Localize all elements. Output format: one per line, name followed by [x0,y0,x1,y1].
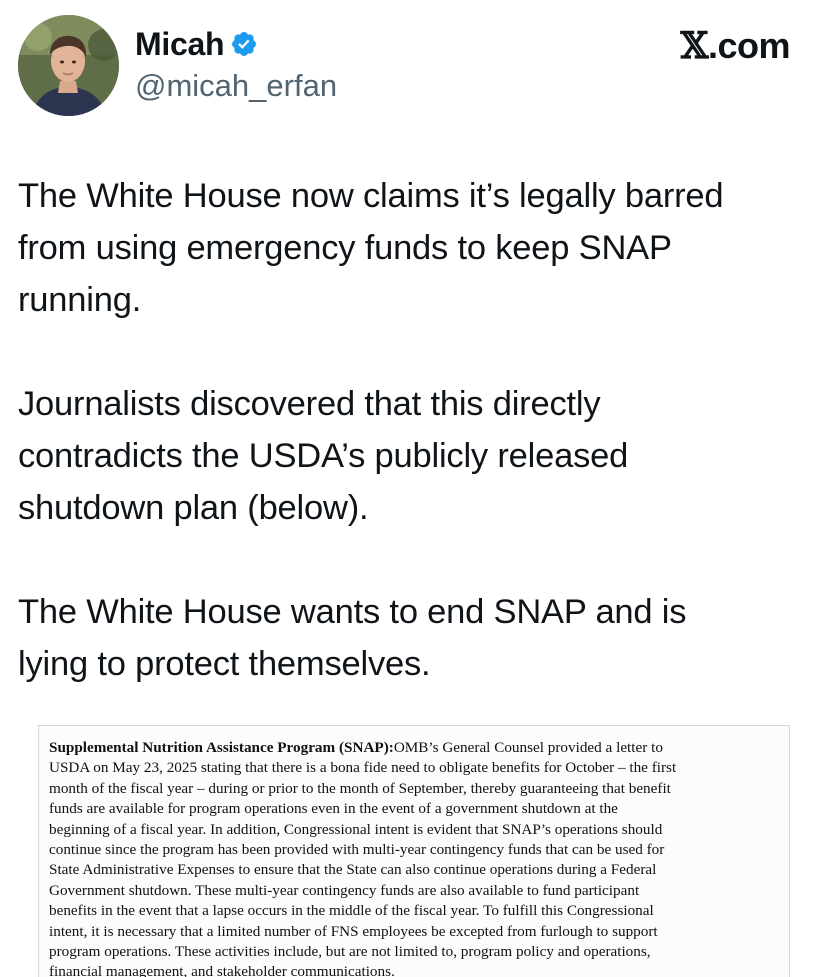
document-excerpt: Supplemental Nutrition Assistance Progra… [49,738,789,977]
author-name-row[interactable]: Micah [135,24,258,64]
attached-document-image[interactable]: Supplemental Nutrition Assistance Progra… [38,725,790,977]
profile-photo [18,15,119,116]
tweet-paragraph: The White House wants to end SNAP and is… [18,593,687,683]
tweet-header: Micah @micah_erfan 𝕏.com [0,0,828,130]
x-logo-icon: 𝕏 [680,25,709,67]
document-body: OMB’s General Counsel provided a letter … [49,739,677,977]
tweet-text: The White House now claims it’s legally … [18,170,818,690]
author-display-name[interactable]: Micah [135,24,225,64]
avatar[interactable] [18,15,119,116]
author-handle[interactable]: @micah_erfan [135,66,337,106]
verified-badge-icon [230,30,258,58]
tweet-paragraph: Journalists discovered that this directl… [18,385,629,527]
document-heading: Supplemental Nutrition Assistance Progra… [49,739,394,756]
brand-suffix: .com [707,25,791,66]
tweet-paragraph: The White House now claims it’s legally … [18,177,724,319]
x-com-logo: 𝕏.com [680,24,791,68]
